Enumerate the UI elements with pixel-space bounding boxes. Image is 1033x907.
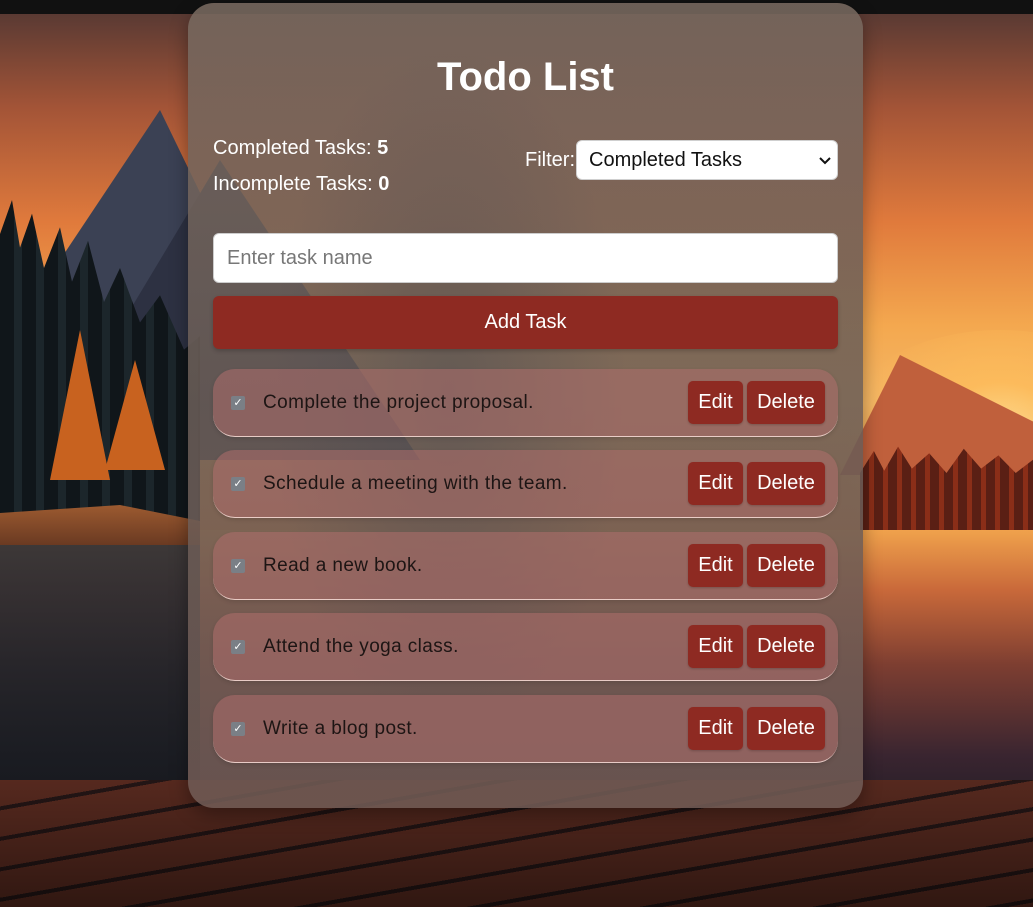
add-task-button[interactable]: Add Task <box>213 296 838 349</box>
task-text: Read a new book. <box>263 554 423 576</box>
edit-button[interactable]: Edit <box>688 707 743 750</box>
completed-stat: Completed Tasks: 5 <box>213 135 389 171</box>
lake-reflection <box>0 540 200 800</box>
task-item: ✓ Attend the yoga class. Edit Delete <box>213 613 838 681</box>
todo-card: Todo List Completed Tasks: 5 Incomplete … <box>188 3 863 808</box>
autumn-tree <box>50 330 110 480</box>
checkbox-checked-icon[interactable]: ✓ <box>231 639 245 654</box>
delete-button[interactable]: Delete <box>747 707 825 750</box>
task-item: ✓ Write a blog post. Edit Delete <box>213 695 838 763</box>
task-name-input[interactable] <box>213 233 838 283</box>
edit-button[interactable]: Edit <box>688 462 743 505</box>
task-text: Schedule a meeting with the team. <box>263 472 568 494</box>
delete-button[interactable]: Delete <box>747 462 825 505</box>
task-item: ✓ Read a new book. Edit Delete <box>213 532 838 600</box>
mountain <box>840 355 1033 475</box>
task-text: Attend the yoga class. <box>263 635 459 657</box>
chevron-down-icon <box>819 152 831 168</box>
task-text: Complete the project proposal. <box>263 391 534 413</box>
delete-button[interactable]: Delete <box>747 544 825 587</box>
checkbox-checked-icon[interactable]: ✓ <box>231 721 245 736</box>
autumn-tree <box>105 360 165 470</box>
filter-control: Filter: Completed Tasks <box>525 140 838 180</box>
completed-label: Completed Tasks: <box>213 137 372 159</box>
incomplete-count: 0 <box>378 173 390 195</box>
delete-button[interactable]: Delete <box>747 381 825 424</box>
task-text: Write a blog post. <box>263 717 418 739</box>
filter-selected-value: Completed Tasks <box>589 148 743 171</box>
page-title: Todo List <box>437 55 614 99</box>
edit-button[interactable]: Edit <box>688 625 743 668</box>
checkbox-checked-icon[interactable]: ✓ <box>231 476 245 491</box>
edit-button[interactable]: Edit <box>688 544 743 587</box>
incomplete-label: Incomplete Tasks: <box>213 173 373 195</box>
checkbox-checked-icon[interactable]: ✓ <box>231 558 245 573</box>
task-item: ✓ Complete the project proposal. Edit De… <box>213 369 838 437</box>
filter-label: Filter: <box>525 148 575 171</box>
edit-button[interactable]: Edit <box>688 381 743 424</box>
task-item: ✓ Schedule a meeting with the team. Edit… <box>213 450 838 518</box>
incomplete-stat: Incomplete Tasks: 0 <box>213 171 389 207</box>
task-stats: Completed Tasks: 5 Incomplete Tasks: 0 <box>213 135 389 207</box>
filter-select[interactable]: Completed Tasks <box>576 140 838 180</box>
checkbox-checked-icon[interactable]: ✓ <box>231 395 245 410</box>
completed-count: 5 <box>377 137 389 159</box>
delete-button[interactable]: Delete <box>747 625 825 668</box>
